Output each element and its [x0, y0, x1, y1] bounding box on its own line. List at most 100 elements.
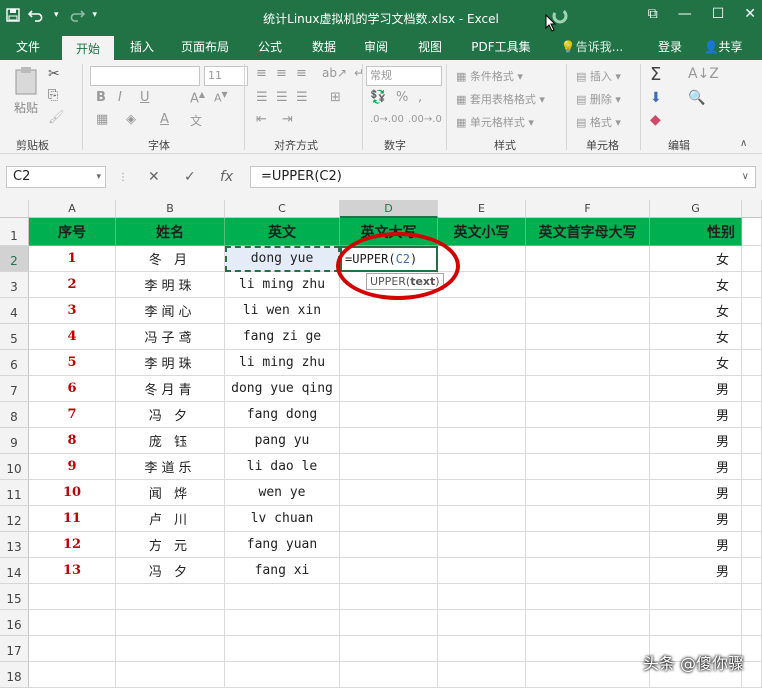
row-header[interactable]: 11 — [0, 480, 29, 506]
cell[interactable] — [29, 636, 116, 662]
english-name-cell[interactable]: li ming zhu — [225, 350, 340, 376]
row-number-cell[interactable]: 1 — [29, 246, 116, 272]
name-box[interactable]: C2 ▾ — [6, 166, 106, 188]
name-cell[interactable]: 冯 夕 — [116, 402, 225, 428]
cell[interactable] — [340, 662, 438, 688]
column-header-e[interactable]: E — [438, 200, 526, 218]
format-cells-button[interactable]: ▤ 格式 ▾ — [576, 114, 621, 130]
row-header[interactable]: 1 — [0, 218, 29, 246]
row-number-cell[interactable]: 12 — [29, 532, 116, 558]
cell[interactable] — [438, 376, 526, 402]
row-header[interactable]: 7 — [0, 376, 29, 402]
cell[interactable] — [116, 610, 225, 636]
maximize-icon[interactable]: ☐ — [712, 6, 725, 22]
english-name-cell[interactable]: dong yue — [225, 246, 340, 272]
font-name-box[interactable] — [90, 66, 200, 86]
gender-cell[interactable]: 男 — [650, 376, 742, 402]
cell[interactable] — [340, 324, 438, 350]
cell[interactable] — [116, 636, 225, 662]
cell[interactable] — [438, 610, 526, 636]
cell[interactable] — [526, 454, 650, 480]
row-header[interactable]: 3 — [0, 272, 29, 298]
decrease-decimal-icon[interactable]: .00→.0 — [408, 114, 442, 125]
tab-review[interactable]: 审阅 — [354, 36, 398, 60]
find-select-icon[interactable]: 🔍 — [688, 90, 705, 106]
name-cell[interactable]: 李明珠 — [116, 350, 225, 376]
cell[interactable] — [742, 402, 762, 428]
cell[interactable] — [29, 584, 116, 610]
cell[interactable] — [340, 610, 438, 636]
cell[interactable] — [526, 532, 650, 558]
row-header[interactable]: 18 — [0, 662, 29, 688]
cell[interactable] — [340, 532, 438, 558]
row-number-cell[interactable]: 9 — [29, 454, 116, 480]
gender-cell[interactable]: 男 — [650, 506, 742, 532]
percent-icon[interactable]: % — [396, 90, 408, 105]
cell[interactable] — [29, 610, 116, 636]
insert-function-icon[interactable]: fx — [220, 166, 233, 188]
cell[interactable] — [526, 324, 650, 350]
row-header[interactable]: 5 — [0, 324, 29, 350]
row-number-cell[interactable]: 5 — [29, 350, 116, 376]
header-cell[interactable]: 英文首字母大写 — [526, 218, 650, 246]
gender-cell[interactable]: 女 — [650, 246, 742, 272]
column-header-b[interactable]: B — [116, 200, 225, 218]
cell[interactable] — [742, 298, 762, 324]
cell[interactable] — [742, 532, 762, 558]
english-name-cell[interactable]: fang dong — [225, 402, 340, 428]
cell[interactable] — [340, 298, 438, 324]
header-cell[interactable]: 英文小写 — [438, 218, 526, 246]
accounting-format-icon[interactable]: 💱 — [370, 90, 386, 105]
cell[interactable] — [526, 272, 650, 298]
cell[interactable] — [438, 350, 526, 376]
cut-icon[interactable]: ✂ — [48, 66, 60, 82]
header-cell[interactable]: 序号 — [29, 218, 116, 246]
english-name-cell[interactable]: li dao le — [225, 454, 340, 480]
english-name-cell[interactable]: fang xi — [225, 558, 340, 584]
cell[interactable] — [742, 218, 762, 246]
tab-page-layout[interactable]: 页面布局 — [172, 36, 238, 60]
cell[interactable] — [526, 350, 650, 376]
paste-button[interactable]: 粘贴 — [8, 66, 44, 116]
header-cell[interactable]: 性别 — [650, 218, 742, 246]
gender-cell[interactable]: 女 — [650, 298, 742, 324]
increase-decimal-icon[interactable]: .0→.00 — [370, 114, 404, 125]
row-header[interactable]: 12 — [0, 506, 29, 532]
phonetic-icon[interactable]: 文 — [190, 112, 202, 129]
gender-cell[interactable]: 女 — [650, 272, 742, 298]
english-name-cell[interactable]: pang yu — [225, 428, 340, 454]
expand-formula-icon[interactable]: ∨ — [742, 167, 749, 187]
underline-button[interactable]: U — [140, 90, 150, 105]
cell[interactable] — [526, 376, 650, 402]
fill-icon[interactable]: ⬇ — [650, 90, 662, 106]
row-number-cell[interactable]: 8 — [29, 428, 116, 454]
tab-home[interactable]: 开始 — [62, 36, 114, 60]
cell[interactable] — [438, 636, 526, 662]
cell[interactable] — [225, 636, 340, 662]
select-all-corner[interactable] — [0, 200, 29, 218]
align-bottom-icon[interactable]: ≡ — [296, 66, 307, 81]
row-header[interactable]: 10 — [0, 454, 29, 480]
name-cell[interactable]: 冬 月 — [116, 246, 225, 272]
cell[interactable] — [742, 350, 762, 376]
sign-in-link[interactable]: 登录 — [650, 36, 690, 60]
cell[interactable] — [526, 636, 650, 662]
conditional-formatting-button[interactable]: ▦ 条件格式 ▾ — [456, 68, 523, 84]
row-header[interactable]: 14 — [0, 558, 29, 584]
formula-bar-resize-handle[interactable]: ⋮ — [118, 172, 128, 183]
cell[interactable] — [650, 584, 742, 610]
cell[interactable] — [526, 584, 650, 610]
insert-cells-button[interactable]: ▤ 插入 ▾ — [576, 68, 621, 84]
gender-cell[interactable]: 女 — [650, 350, 742, 376]
close-icon[interactable]: ✕ — [744, 6, 756, 22]
cell[interactable] — [526, 558, 650, 584]
align-left-icon[interactable]: ☰ — [256, 90, 268, 105]
row-header[interactable]: 17 — [0, 636, 29, 662]
border-icon[interactable]: ▦ — [96, 112, 108, 127]
row-header[interactable]: 6 — [0, 350, 29, 376]
tell-me-search[interactable]: 💡告诉我... — [556, 36, 628, 60]
row-number-cell[interactable]: 6 — [29, 376, 116, 402]
shrink-font-icon[interactable]: A▼ — [214, 90, 228, 105]
cell[interactable] — [742, 324, 762, 350]
cell[interactable] — [438, 558, 526, 584]
